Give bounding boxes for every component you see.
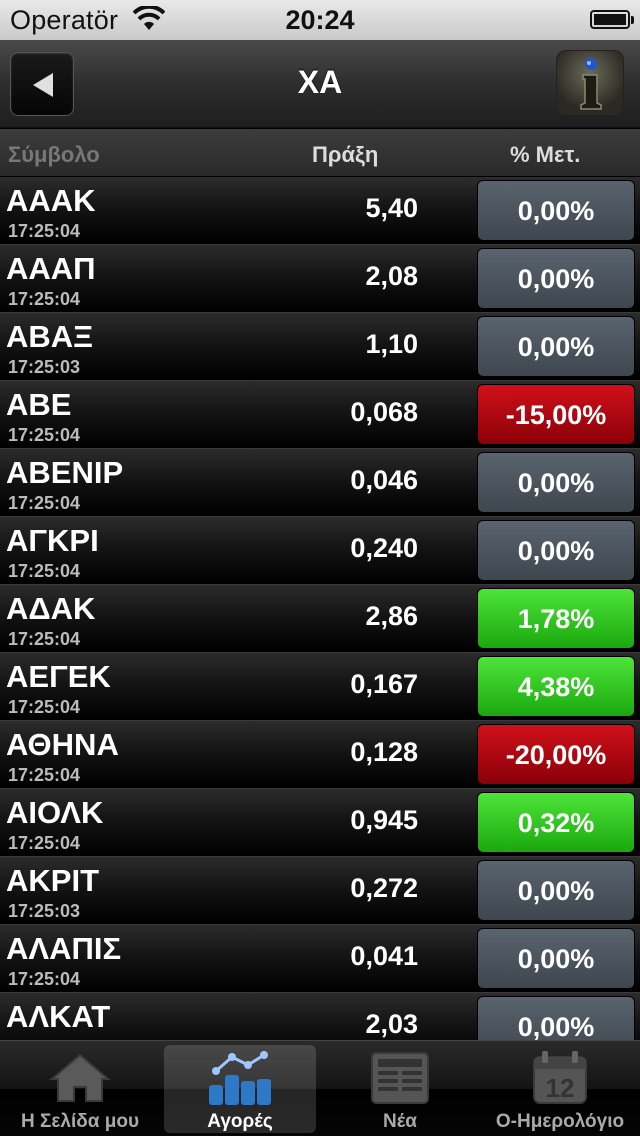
stock-row[interactable]: ΑΒΑΞ 17:25:03 1,10 0,00% bbox=[0, 313, 640, 381]
tab-markets[interactable]: Αγορές bbox=[160, 1041, 320, 1136]
stock-symbol: ΑΘΗΝΑ bbox=[6, 727, 119, 762]
stock-price: 0,272 bbox=[350, 873, 418, 903]
stock-change-badge[interactable]: 0,00% bbox=[477, 316, 635, 377]
stock-symbol: ΑΒΕΝΙΡ bbox=[6, 455, 124, 490]
tab-home-label: Η Σελίδα μου bbox=[20, 1111, 140, 1132]
stock-timestamp: 17:25:04 bbox=[8, 697, 81, 717]
stock-change-badge[interactable]: 0,00% bbox=[477, 452, 635, 513]
stock-change-badge[interactable]: 0,00% bbox=[477, 180, 635, 241]
battery-icon bbox=[590, 10, 634, 29]
stock-symbol: ΑΙΟΛΚ bbox=[6, 795, 104, 830]
calendar-icon: 12 bbox=[533, 1051, 587, 1104]
stock-change-badge[interactable]: 0,00% bbox=[477, 520, 635, 581]
stock-price: 2,03 bbox=[365, 1009, 418, 1039]
stock-symbol: ΑΚΡΙΤ bbox=[6, 863, 99, 898]
stock-change-badge[interactable]: -20,00% bbox=[477, 724, 635, 785]
stock-change-badge[interactable]: 0,00% bbox=[477, 996, 635, 1040]
stock-change-badge[interactable]: 4,38% bbox=[477, 656, 635, 717]
stock-timestamp: 17:25:04 bbox=[8, 289, 81, 309]
stock-row[interactable]: ΑΕΓΕΚ 17:25:04 0,167 4,38% bbox=[0, 653, 640, 721]
stock-symbol: ΑΒΕ bbox=[6, 387, 72, 422]
stock-price: 5,40 bbox=[365, 193, 418, 223]
stock-row[interactable]: ΑΑΑΚ 17:25:04 5,40 0,00% bbox=[0, 177, 640, 245]
stock-price: 0,128 bbox=[350, 737, 418, 767]
stock-row[interactable]: ΑΒΕΝΙΡ 17:25:04 0,046 0,00% bbox=[0, 449, 640, 517]
stock-symbol: ΑΛΑΠΙΣ bbox=[6, 931, 122, 966]
stock-timestamp: 17:25:04 bbox=[8, 493, 81, 513]
stock-row[interactable]: ΑΙΟΛΚ 17:25:04 0,945 0,32% bbox=[0, 789, 640, 857]
tab-calendar-label: Ο-Ημερολόγιο bbox=[495, 1111, 625, 1132]
stock-price: 2,86 bbox=[365, 601, 418, 631]
markets-chart-icon bbox=[209, 1051, 271, 1105]
page-title: ΧΑ bbox=[297, 64, 343, 100]
stock-symbol: ΑΒΑΞ bbox=[6, 319, 94, 354]
stock-price: 1,10 bbox=[365, 329, 418, 359]
stock-row[interactable]: ΑΑΑΠ 17:25:04 2,08 0,00% bbox=[0, 245, 640, 313]
stock-row[interactable]: ΑΒΕ 17:25:04 0,068 -15,00% bbox=[0, 381, 640, 449]
tab-bar: Η Σελίδα μου Αγορές Νέα 12 Ο-Ημερολόγιο bbox=[0, 1040, 640, 1136]
stock-change-badge[interactable]: 0,00% bbox=[477, 928, 635, 989]
tab-home[interactable]: Η Σελίδα μου bbox=[0, 1041, 160, 1136]
stock-change-badge[interactable]: 0,00% bbox=[477, 860, 635, 921]
stock-symbol: ΑΕΓΕΚ bbox=[6, 659, 111, 694]
stock-price: 0,041 bbox=[350, 941, 418, 971]
stock-price: 0,046 bbox=[350, 465, 418, 495]
tab-markets-label: Αγορές bbox=[207, 1111, 273, 1132]
stock-timestamp: 17:25:04 bbox=[8, 561, 81, 581]
stock-timestamp: 17:25:04 bbox=[8, 765, 81, 785]
stock-timestamp: 17:25:03 bbox=[8, 357, 81, 377]
stock-list[interactable]: ΑΑΑΚ 17:25:04 5,40 0,00% ΑΑΑΠ 17:25:04 2,08 0,0… bbox=[0, 177, 640, 1040]
stock-change-badge[interactable]: 0,32% bbox=[477, 792, 635, 853]
stock-row[interactable]: ΑΛΚΑΤ 2,03 0,00% bbox=[0, 993, 640, 1040]
status-bar: Operatör 20:24 bbox=[0, 0, 640, 40]
stock-price: 0,945 bbox=[350, 805, 418, 835]
column-symbol-header[interactable]: Σύμβολο bbox=[8, 142, 100, 168]
column-header: Σύμβολο Πράξη % Μετ. bbox=[0, 129, 640, 177]
stock-price: 0,240 bbox=[350, 533, 418, 563]
stock-timestamp: 17:25:04 bbox=[8, 221, 81, 241]
stock-change-badge[interactable]: 1,78% bbox=[477, 588, 635, 649]
calendar-day-number: 12 bbox=[546, 1073, 575, 1103]
stock-timestamp: 17:25:04 bbox=[8, 629, 81, 649]
info-button[interactable] bbox=[556, 50, 624, 116]
info-icon bbox=[580, 58, 602, 110]
stock-symbol: ΑΑΑΠ bbox=[6, 251, 96, 286]
stock-row[interactable]: ΑΓΚΡΙ 17:25:04 0,240 0,00% bbox=[0, 517, 640, 585]
stock-price: 0,068 bbox=[350, 397, 418, 427]
newspaper-icon bbox=[371, 1052, 429, 1104]
stock-price: 0,167 bbox=[350, 669, 418, 699]
stock-row[interactable]: ΑΘΗΝΑ 17:25:04 0,128 -20,00% bbox=[0, 721, 640, 789]
stock-timestamp: 17:25:04 bbox=[8, 969, 81, 989]
stock-timestamp: 17:25:03 bbox=[8, 901, 81, 921]
status-time: 20:24 bbox=[285, 5, 355, 35]
stock-timestamp: 17:25:04 bbox=[8, 833, 81, 853]
stock-timestamp: 17:25:04 bbox=[8, 425, 81, 445]
home-icon bbox=[49, 1053, 111, 1102]
stock-change-badge[interactable]: -15,00% bbox=[477, 384, 635, 445]
stock-change-badge[interactable]: 0,00% bbox=[477, 248, 635, 309]
navigation-bar: ΧΑ bbox=[0, 40, 640, 128]
tab-news[interactable]: Νέα bbox=[320, 1041, 480, 1136]
stock-symbol: ΑΛΚΑΤ bbox=[6, 999, 111, 1034]
stock-symbol: ΑΑΑΚ bbox=[6, 183, 96, 218]
tab-news-label: Νέα bbox=[383, 1111, 417, 1132]
column-change-header[interactable]: % Μετ. bbox=[510, 142, 580, 168]
stock-row[interactable]: ΑΛΑΠΙΣ 17:25:04 0,041 0,00% bbox=[0, 925, 640, 993]
stock-symbol: ΑΔΑΚ bbox=[6, 591, 96, 626]
stock-row[interactable]: ΑΚΡΙΤ 17:25:03 0,272 0,00% bbox=[0, 857, 640, 925]
stock-row[interactable]: ΑΔΑΚ 17:25:04 2,86 1,78% bbox=[0, 585, 640, 653]
stock-symbol: ΑΓΚΡΙ bbox=[6, 523, 99, 558]
tab-calendar[interactable]: 12 Ο-Ημερολόγιο bbox=[480, 1041, 640, 1136]
stock-price: 2,08 bbox=[365, 261, 418, 291]
column-price-header[interactable]: Πράξη bbox=[312, 142, 378, 168]
